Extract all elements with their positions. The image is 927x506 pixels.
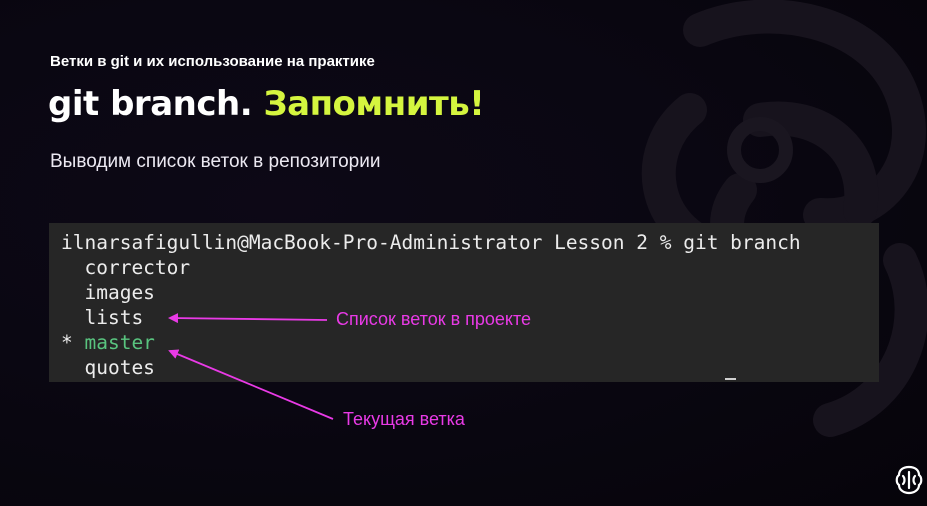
slide-title: git branch. Запомнить! [48,84,485,124]
title-main: git branch. [48,84,253,124]
branch-line-current: * master [61,330,155,355]
branch-name-current: master [84,331,155,354]
branch-prefix [61,256,84,279]
branch-prefix: * [61,331,85,354]
brain-logo-icon [895,465,923,495]
terminal-output: ilnarsafigullin@MacBook-Pro-Administrato… [49,223,879,382]
annotation-current-branch: Текущая ветка [343,409,465,429]
branch-line: quotes [61,355,155,380]
branch-prefix [61,306,84,329]
branch-name: lists [84,306,144,329]
branch-name: quotes [84,356,155,379]
slide-description: Выводим список веток в репозитории [50,151,381,172]
branch-prefix [61,281,84,304]
branch-name: corrector [84,256,191,279]
branch-name: images [84,281,155,304]
annotation-branch-list: Список веток в проекте [336,309,532,329]
slide-subtitle: Ветки в git и их использование на практи… [50,53,375,70]
branch-line: corrector [61,255,190,280]
terminal-cursor [725,378,736,380]
terminal-prompt-line: ilnarsafigullin@MacBook-Pro-Administrato… [61,231,801,254]
branch-line: images [61,280,155,305]
branch-prefix [61,356,84,379]
branch-line: lists [61,305,143,330]
title-accent: Запомнить! [263,84,485,124]
